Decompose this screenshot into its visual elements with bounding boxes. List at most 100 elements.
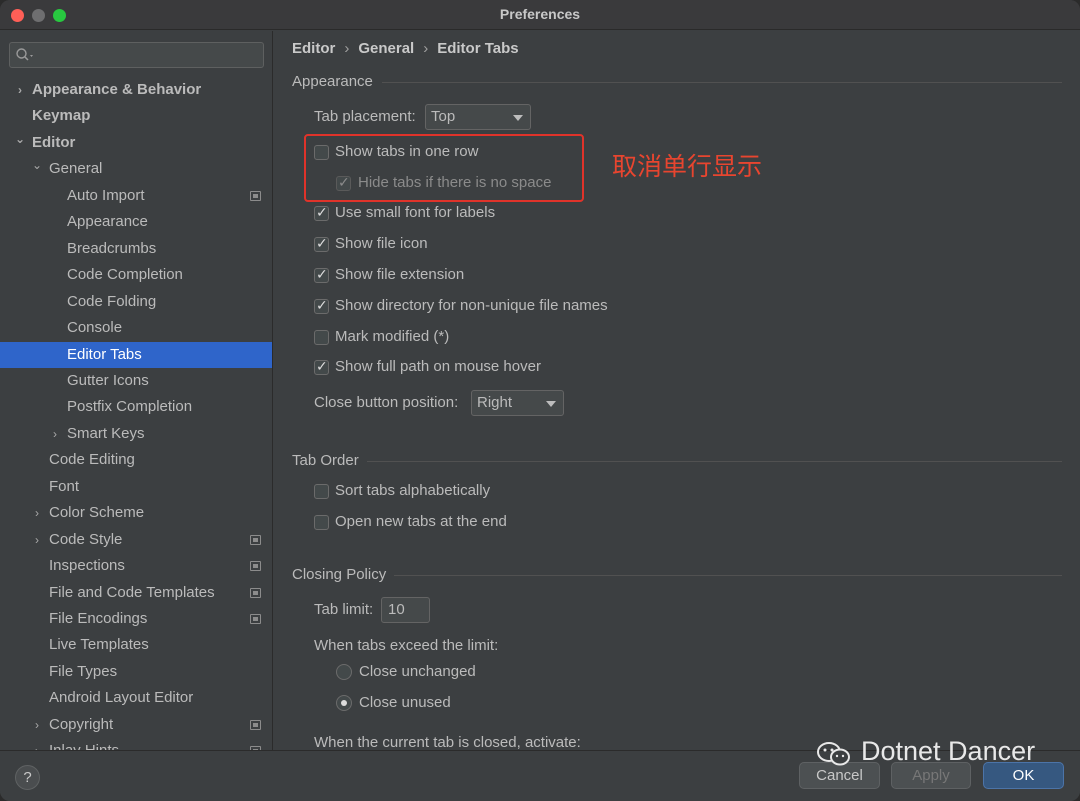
section-divider: [382, 82, 1062, 83]
sidebar-item-android-layout-editor[interactable]: Android Layout Editor: [0, 685, 272, 711]
mark-modified-checkbox[interactable]: [314, 330, 329, 345]
sidebar-item-label: Live Templates: [49, 636, 149, 654]
close-button-position-select[interactable]: Right: [471, 390, 564, 416]
open-new-tabs-end-label: Open new tabs at the end: [335, 513, 507, 530]
sidebar-item-label: Copyright: [49, 715, 114, 733]
tab-placement-value: Top: [431, 108, 456, 125]
checkmark-icon: ✓: [316, 297, 328, 313]
sidebar-item-file-and-code-templates[interactable]: File and Code Templates: [0, 580, 272, 606]
sidebar-item-label: Keymap: [32, 107, 91, 125]
preferences-window: Preferences › Appearance & Behavior Keymap…: [0, 0, 1080, 801]
search-icon: [15, 47, 39, 63]
sidebar-item-code-editing[interactable]: Code Editing: [0, 447, 272, 473]
sidebar-item-auto-import[interactable]: Auto Import: [0, 183, 272, 209]
window-title: Preferences: [499, 6, 581, 22]
sidebar-item-label: Appearance: [67, 213, 148, 231]
sidebar-item-label: Code Folding: [67, 292, 157, 310]
sidebar-item-console[interactable]: Console: [0, 315, 272, 341]
sidebar-item-postfix-completion[interactable]: Postfix Completion: [0, 394, 272, 420]
file-extension-checkbox[interactable]: ✓: [314, 266, 329, 283]
sidebar-item-appearance-behavior[interactable]: › Appearance & Behavior: [0, 77, 272, 103]
wechat-logo-icon: [817, 742, 850, 766]
sidebar-item-label: Console: [67, 319, 123, 337]
chevron-down-icon[interactable]: ⌄: [13, 126, 27, 152]
chevron-right-icon[interactable]: ›: [13, 77, 27, 103]
sidebar-item-gutter-icons[interactable]: Gutter Icons: [0, 368, 272, 394]
close-unchanged-radio[interactable]: [336, 664, 352, 680]
breadcrumb-general: General: [358, 40, 415, 57]
chevron-right-icon[interactable]: ›: [30, 500, 44, 526]
directory-label: Show directory for non-unique file names: [335, 297, 608, 314]
help-button[interactable]: ?: [15, 765, 40, 790]
open-new-tabs-end-checkbox[interactable]: [314, 515, 329, 530]
project-scope-icon: [250, 614, 261, 624]
sort-tabs-checkbox[interactable]: [314, 484, 329, 499]
annotation-highlight-box: [304, 134, 584, 202]
sidebar-item-label: Code Completion: [67, 266, 183, 284]
editor-tabs-panel: Editor › General › Editor Tabs Appearance Ta…: [274, 31, 1080, 750]
sidebar-item-general[interactable]: ⌄ General: [0, 156, 272, 182]
settings-sidebar: › Appearance & Behavior Keymap ⌄ Editor ⌄ Gene…: [0, 31, 273, 750]
tab-limit-input[interactable]: 10: [381, 597, 430, 623]
sidebar-item-code-folding[interactable]: Code Folding: [0, 289, 272, 315]
checkmark-icon: ✓: [316, 204, 328, 220]
sort-tabs-label: Sort tabs alphabetically: [335, 482, 491, 499]
checkmark-icon: ✓: [316, 358, 328, 374]
sidebar-item-file-encodings[interactable]: File Encodings: [0, 606, 272, 632]
search-input[interactable]: [9, 42, 264, 68]
chevron-right-icon[interactable]: ›: [30, 712, 44, 738]
chevron-down-icon: [513, 115, 523, 121]
breadcrumb: Editor › General › Editor Tabs: [292, 40, 519, 57]
sidebar-item-label: Breadcrumbs: [67, 239, 157, 257]
sidebar-item-inspections[interactable]: Inspections: [0, 553, 272, 579]
sidebar-item-breadcrumbs[interactable]: Breadcrumbs: [0, 236, 272, 262]
current-tab-closed-label: When the current tab is closed, activate…: [314, 734, 581, 750]
chevron-right-icon[interactable]: ›: [30, 527, 44, 553]
sidebar-item-color-scheme[interactable]: › Color Scheme: [0, 500, 272, 526]
tab-placement-select[interactable]: Top: [425, 104, 531, 130]
sidebar-item-label: Auto Import: [67, 186, 145, 204]
project-scope-icon: [250, 534, 261, 545]
close-unused-label: Close unused: [359, 694, 451, 711]
chevron-right-icon[interactable]: ›: [30, 738, 44, 750]
sidebar-item-copyright[interactable]: › Copyright: [0, 712, 272, 738]
sidebar-item-code-completion[interactable]: Code Completion: [0, 262, 272, 288]
file-extension-label: Show file extension: [335, 266, 465, 283]
sidebar-item-label: Appearance & Behavior: [32, 81, 202, 98]
small-font-label: Use small font for labels: [335, 204, 496, 221]
sidebar-item-file-types[interactable]: File Types: [0, 659, 272, 685]
sidebar-item-label: Postfix Completion: [67, 398, 193, 416]
sidebar-item-label: Editor Tabs: [67, 345, 142, 363]
sidebar-item-appearance[interactable]: Appearance: [0, 209, 272, 235]
project-scope-icon: [250, 561, 261, 572]
tab-order-heading: Tab Order: [292, 452, 359, 469]
sidebar-item-smart-keys[interactable]: › Smart Keys: [0, 421, 272, 447]
exceed-limit-label: When tabs exceed the limit:: [314, 637, 499, 654]
sidebar-item-inlay-hints[interactable]: › Inlay Hints: [0, 738, 272, 750]
project-scope-icon: [250, 190, 261, 201]
sidebar-item-live-templates[interactable]: Live Templates: [0, 632, 272, 658]
full-path-checkbox[interactable]: ✓: [314, 358, 329, 375]
chevron-right-icon[interactable]: ›: [48, 421, 62, 447]
annotation-text: 取消单行显示: [612, 152, 763, 181]
tab-limit-value: 10: [388, 601, 405, 618]
sidebar-item-label: Code Editing: [49, 451, 135, 469]
file-icon-checkbox[interactable]: ✓: [314, 235, 329, 252]
close-unused-radio[interactable]: [336, 695, 352, 711]
sidebar-item-keymap[interactable]: Keymap: [0, 103, 272, 129]
small-font-checkbox[interactable]: ✓: [314, 204, 329, 221]
chevron-down-icon: [546, 401, 556, 407]
sidebar-item-editor-tabs[interactable]: Editor Tabs: [0, 341, 272, 368]
sidebar-item-label: Inspections: [49, 557, 125, 575]
sidebar-item-label: Gutter Icons: [67, 371, 149, 389]
sidebar-item-label: File and Code Templates: [49, 583, 215, 601]
sidebar-item-code-style[interactable]: › Code Style: [0, 527, 272, 553]
title-bar: Preferences: [0, 0, 1080, 30]
directory-checkbox[interactable]: ✓: [314, 297, 329, 314]
file-icon-label: Show file icon: [335, 235, 428, 252]
watermark-text: Dotnet Dancer: [861, 736, 1036, 766]
close-unchanged-label: Close unchanged: [359, 663, 476, 680]
sidebar-item-font[interactable]: Font: [0, 474, 272, 500]
chevron-down-icon[interactable]: ⌄: [30, 152, 44, 178]
tab-limit-label: Tab limit:: [314, 601, 374, 618]
